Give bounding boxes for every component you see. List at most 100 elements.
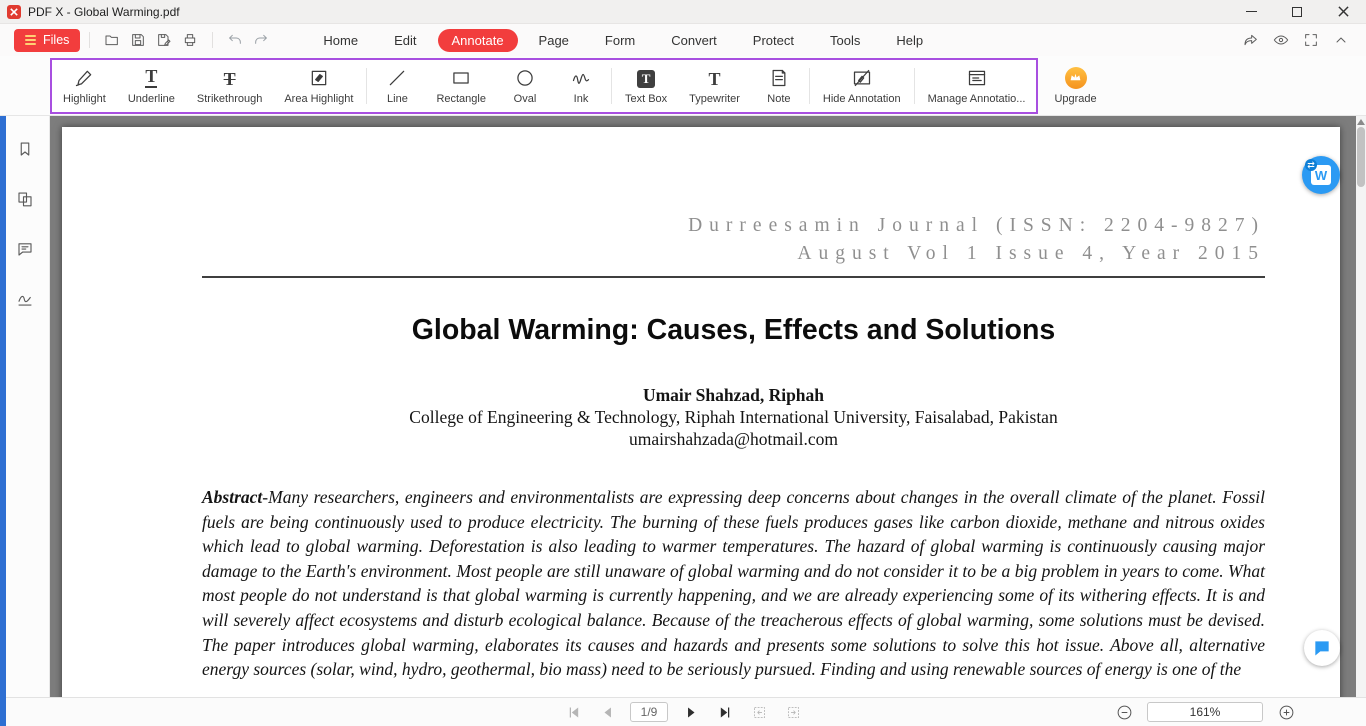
scroll-up-arrow[interactable] [1357, 119, 1365, 125]
close-button[interactable] [1320, 0, 1366, 23]
pdf-page[interactable]: Durreesamin Journal (ISSN: 2204-9827) Au… [62, 127, 1340, 697]
tab-form[interactable]: Form [590, 29, 650, 52]
zoom-out-icon [1116, 704, 1133, 721]
text-box-icon: T [637, 67, 655, 88]
tab-tools[interactable]: Tools [815, 29, 875, 52]
convert-to-word-button[interactable]: W ⇄ [1302, 156, 1340, 194]
left-edge-accent [0, 116, 6, 726]
underline-icon: T [145, 67, 157, 88]
scrollbar-thumb[interactable] [1357, 127, 1365, 187]
previous-page-button[interactable] [596, 701, 618, 723]
abstract-label: Abstract [202, 487, 262, 507]
next-page-icon [684, 705, 699, 720]
next-page-button[interactable] [680, 701, 702, 723]
files-menu-icon [25, 35, 36, 45]
menu-tabs: Home Edit Annotate Page Form Convert Pro… [308, 29, 938, 52]
folder-open-icon [104, 32, 120, 48]
last-page-button[interactable] [714, 701, 736, 723]
tool-highlight[interactable]: Highlight [52, 60, 117, 112]
share-icon [1243, 32, 1259, 48]
undo-button[interactable] [222, 28, 248, 52]
menubar-right-actions [1238, 28, 1354, 52]
tab-page[interactable]: Page [524, 29, 584, 52]
tool-strikethrough[interactable]: T Strikethrough [186, 60, 273, 112]
tab-convert[interactable]: Convert [656, 29, 732, 52]
tool-ink[interactable]: Ink [553, 60, 609, 112]
zoom-level-display[interactable]: 161% [1147, 702, 1263, 722]
tab-protect[interactable]: Protect [738, 29, 809, 52]
area-highlight-icon [309, 67, 329, 88]
journal-header-line2: August Vol 1 Issue 4, Year 2015 [202, 240, 1265, 268]
zoom-out-button[interactable] [1114, 702, 1134, 722]
tool-text-box[interactable]: T Text Box [614, 60, 678, 112]
tab-annotate[interactable]: Annotate [438, 29, 518, 52]
tool-typewriter[interactable]: T Typewriter [678, 60, 751, 112]
typewriter-icon: T [709, 67, 721, 88]
zoom-controls: 161% [1114, 702, 1296, 722]
save-as-icon [156, 32, 172, 48]
paper-affiliation: College of Engineering & Technology, Rip… [202, 406, 1265, 428]
statusbar: 161% [0, 697, 1366, 726]
tab-edit[interactable]: Edit [379, 29, 431, 52]
share-button[interactable] [1238, 28, 1264, 52]
tool-hide-annotation[interactable]: Hide Annotation [812, 60, 912, 112]
tool-manage-annotations[interactable]: Manage Annotatio... [917, 60, 1037, 112]
tab-home[interactable]: Home [308, 29, 373, 52]
tool-oval[interactable]: Oval [497, 60, 553, 112]
read-mode-button[interactable] [1268, 28, 1294, 52]
next-view-button[interactable] [782, 701, 804, 723]
eye-icon [1273, 32, 1289, 48]
collapse-toolbar-button[interactable] [1328, 28, 1354, 52]
thumbnails-panel-button[interactable] [12, 186, 38, 212]
save-button[interactable] [125, 28, 151, 52]
previous-view-button[interactable] [748, 701, 770, 723]
zoom-in-icon [1278, 704, 1295, 721]
hide-annotation-icon [852, 67, 872, 88]
window-controls [1228, 0, 1366, 23]
print-button[interactable] [177, 28, 203, 52]
page-navigation [562, 701, 804, 723]
content-area: Durreesamin Journal (ISSN: 2204-9827) Au… [0, 116, 1366, 697]
upgrade-button[interactable]: Upgrade [1054, 67, 1096, 105]
toolbar-separator [914, 68, 915, 104]
app-icon [7, 5, 21, 19]
bookmarks-panel-button[interactable] [12, 136, 38, 162]
signature-panel-button[interactable] [12, 286, 38, 312]
page-number-input[interactable] [630, 702, 668, 722]
previous-page-icon [600, 705, 615, 720]
redo-button[interactable] [248, 28, 274, 52]
tool-rectangle[interactable]: Rectangle [425, 60, 497, 112]
annotation-tool-group: Highlight T Underline T Strikethrough Ar… [50, 58, 1038, 114]
comments-panel-button[interactable] [12, 236, 38, 262]
comment-icon [16, 240, 34, 258]
zoom-in-button[interactable] [1276, 702, 1296, 722]
fullscreen-button[interactable] [1298, 28, 1324, 52]
minimize-button[interactable] [1228, 0, 1274, 23]
journal-header-line1: Durreesamin Journal (ISSN: 2204-9827) [202, 212, 1265, 240]
tab-help[interactable]: Help [881, 29, 938, 52]
strikethrough-icon: T [224, 67, 236, 88]
files-button[interactable]: Files [14, 29, 80, 52]
oval-icon [515, 67, 535, 88]
note-icon [769, 67, 789, 88]
fullscreen-icon [1303, 32, 1319, 48]
maximize-button[interactable] [1274, 0, 1320, 23]
undo-icon [227, 32, 243, 48]
vertical-scrollbar[interactable] [1356, 116, 1366, 697]
previous-view-icon [752, 705, 767, 720]
open-file-button[interactable] [99, 28, 125, 52]
header-rule [202, 276, 1265, 278]
tool-underline[interactable]: T Underline [117, 60, 186, 112]
document-viewport[interactable]: Durreesamin Journal (ISSN: 2204-9827) Au… [50, 116, 1366, 697]
tool-area-highlight[interactable]: Area Highlight [273, 60, 364, 112]
save-as-button[interactable] [151, 28, 177, 52]
assistant-bubble-button[interactable] [1304, 630, 1340, 666]
tool-note[interactable]: Note [751, 60, 807, 112]
rectangle-icon [451, 67, 471, 88]
tool-line[interactable]: Line [369, 60, 425, 112]
signature-icon [16, 290, 34, 308]
bookmark-icon [16, 140, 34, 158]
chat-bubble-icon [1312, 638, 1332, 658]
first-page-icon [566, 705, 581, 720]
first-page-button[interactable] [562, 701, 584, 723]
